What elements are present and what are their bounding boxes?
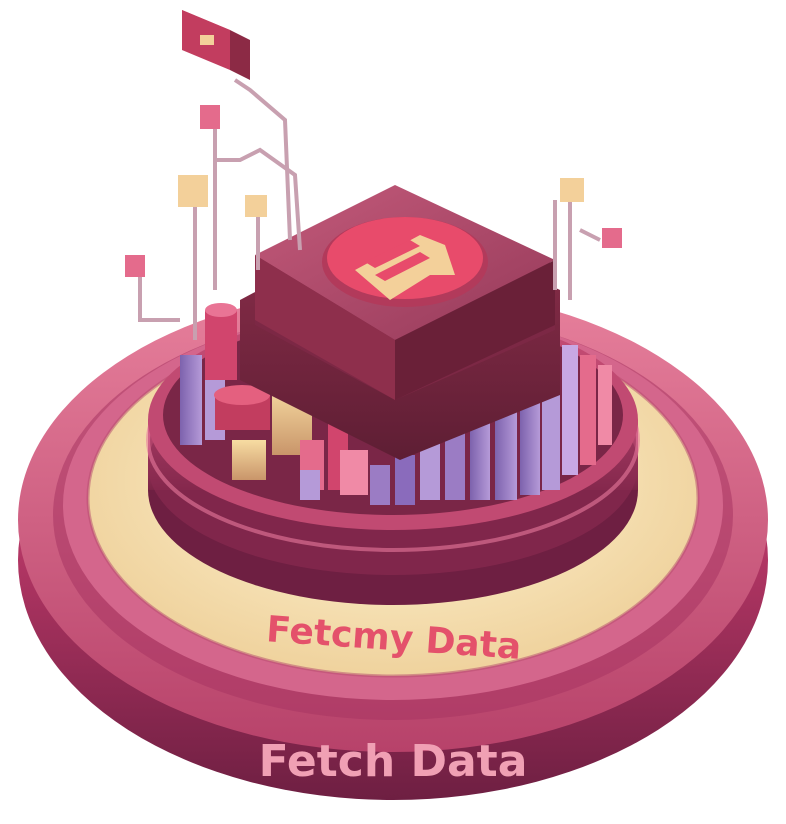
node-icon [245,195,267,217]
data-platform-illustration: Fetcmy Data Fetch Data [18,10,768,800]
chart-icon [178,175,208,207]
outer-ring-label: Fetch Data [259,736,528,787]
device-icon [182,10,250,80]
upload-arrow-icon [322,217,488,307]
node-icon-left [125,255,145,277]
node-icon-far-right [602,228,622,248]
illustration-stage: Fetcmy Data Fetch Data [0,0,786,824]
tag-icon [200,105,220,129]
node-icon-right [560,178,584,202]
